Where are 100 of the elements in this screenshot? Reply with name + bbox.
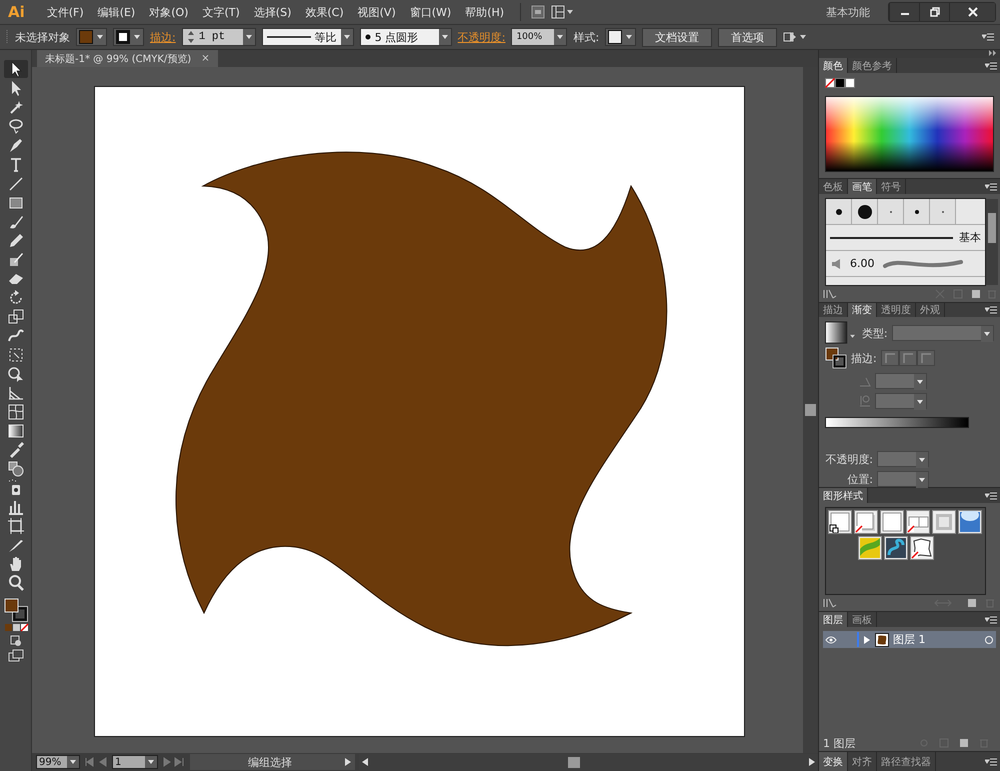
stroke-swatch[interactable] xyxy=(113,28,144,46)
layer-count: 1 图层 xyxy=(823,736,856,750)
style-swatch[interactable] xyxy=(880,510,904,534)
page-field[interactable]: 1 xyxy=(112,755,158,769)
opacity-field[interactable]: 100% xyxy=(511,28,568,46)
scroll-left-icon[interactable] xyxy=(362,758,368,766)
style-swatch[interactable] xyxy=(828,510,852,534)
panel-tab[interactable]: 变换 xyxy=(819,752,848,771)
dot-icon xyxy=(364,34,371,40)
toolbar-button[interactable]: 首选项 xyxy=(718,28,778,46)
panel-tab[interactable]: 对齐 xyxy=(848,752,877,771)
style-swatch[interactable] xyxy=(854,510,878,534)
document-tab[interactable]: 未标题-1* @ 99% (CMYK/预览) × xyxy=(37,50,218,67)
stroke-weight-field[interactable]: 1 pt xyxy=(182,28,256,46)
style-swatch[interactable] xyxy=(605,28,636,46)
fill-stroke-swatch[interactable] xyxy=(825,347,847,369)
scroll-right-icon[interactable] xyxy=(809,758,815,766)
play-icon[interactable] xyxy=(345,758,351,766)
library-icon[interactable] xyxy=(823,289,837,299)
expand-triangle-icon[interactable] xyxy=(863,636,871,644)
stroke-profile-dropdown[interactable]: 等比 xyxy=(262,28,354,46)
panel-menu-icon[interactable] xyxy=(985,306,997,314)
panel-menu-icon[interactable] xyxy=(985,62,997,70)
opacity-link[interactable]: 不透明度: xyxy=(458,30,506,44)
panel-tab[interactable]: 路径查找器 xyxy=(877,752,936,771)
menu-item[interactable]: 编辑(E) xyxy=(92,2,142,22)
caret-icon xyxy=(147,758,155,766)
brush-dropdown[interactable]: 5 点圆形 xyxy=(360,28,452,46)
caret-icon xyxy=(918,476,926,484)
brush-row[interactable]: 基本 xyxy=(826,225,985,251)
layer-row[interactable]: 图层 1 xyxy=(823,631,996,648)
workspace-switcher[interactable]: 基本功能 xyxy=(820,2,876,22)
panel-tab[interactable]: 外观 xyxy=(916,303,945,317)
scroll-thumb[interactable] xyxy=(805,404,816,416)
menu-item[interactable]: 选择(S) xyxy=(248,2,298,22)
menu-item[interactable]: 对象(O) xyxy=(143,2,194,22)
arrange-icon[interactable] xyxy=(783,30,808,44)
close-icon[interactable] xyxy=(968,7,978,17)
zoom-field[interactable]: 99% xyxy=(36,755,80,769)
menu-item[interactable]: 文件(F) xyxy=(40,2,90,22)
style-swatch[interactable] xyxy=(932,510,956,534)
menu-item[interactable]: 帮助(H) xyxy=(459,2,510,22)
toolbar-button[interactable]: 文档设置 xyxy=(642,28,712,46)
scroll-thumb[interactable] xyxy=(568,756,580,768)
panel-tab[interactable]: 符号 xyxy=(877,179,906,194)
restore-button[interactable] xyxy=(919,3,949,21)
stroke-link[interactable]: 描边: xyxy=(150,30,176,44)
panel-menu-icon[interactable] xyxy=(985,758,997,766)
style-swatch[interactable] xyxy=(910,536,934,560)
first-previous-icon[interactable] xyxy=(84,757,108,767)
panel-tab[interactable]: 画笔 xyxy=(848,179,877,194)
panel-menu-icon[interactable] xyxy=(985,616,997,624)
gradient-ramp[interactable] xyxy=(825,417,969,428)
panel-menu-icon[interactable] xyxy=(985,182,997,190)
menu-item[interactable]: 文字(T) xyxy=(196,2,246,22)
panel-menu-icon[interactable] xyxy=(982,33,994,41)
arrange-documents-icon[interactable] xyxy=(551,5,576,19)
caret-icon xyxy=(556,33,564,41)
panel-tab[interactable]: 渐变 xyxy=(848,303,877,317)
eye-icon[interactable] xyxy=(825,636,837,644)
caret-icon xyxy=(625,33,634,41)
close-tab-button[interactable]: × xyxy=(201,53,210,64)
menu-item[interactable]: 效果(C) xyxy=(299,2,350,22)
panel-tab[interactable]: 颜色参考 xyxy=(848,58,897,73)
library-icon[interactable] xyxy=(823,598,837,608)
style-swatch[interactable] xyxy=(958,510,982,534)
style-swatch[interactable] xyxy=(858,536,882,560)
opacity-label: 不透明度: xyxy=(825,452,873,466)
restore-icon[interactable] xyxy=(930,7,940,17)
style-swatch[interactable] xyxy=(906,510,930,534)
color-spectrum[interactable] xyxy=(825,96,994,172)
next-last-icon[interactable] xyxy=(162,757,186,767)
bridge-icon[interactable] xyxy=(531,5,546,19)
style-swatch[interactable] xyxy=(884,536,908,560)
brush-scrollbar[interactable] xyxy=(986,199,998,285)
color-mode-icon[interactable] xyxy=(2,623,28,633)
stepper-icon[interactable] xyxy=(186,30,195,44)
caret-icon xyxy=(918,456,926,464)
panel-tab[interactable]: 画板 xyxy=(848,612,877,627)
panel-tab[interactable]: 颜色 xyxy=(819,58,848,73)
draw-mode-icon[interactable] xyxy=(8,634,22,648)
fill-swatch[interactable] xyxy=(76,28,107,46)
fill-stroke-swatch[interactable] xyxy=(4,598,28,622)
target-icon[interactable] xyxy=(982,634,996,644)
menu-item[interactable]: 窗口(W) xyxy=(404,2,458,22)
caret-icon xyxy=(916,378,924,386)
panel-tab[interactable]: 图形样式 xyxy=(819,488,868,503)
menu-item[interactable]: 视图(V) xyxy=(352,2,402,22)
panel-menu-icon[interactable] xyxy=(985,492,997,500)
close-button[interactable] xyxy=(949,3,995,21)
brush-row[interactable]: 6.00 xyxy=(826,251,985,277)
panel-tab[interactable]: 透明度 xyxy=(877,303,916,317)
panel-tab[interactable]: 图层 xyxy=(819,612,848,627)
color-swatches[interactable] xyxy=(825,78,855,89)
screen-mode-icon[interactable] xyxy=(8,649,24,663)
caret-icon xyxy=(916,398,924,406)
stroke-gradient-buttons[interactable] xyxy=(880,350,935,366)
app-logo: Ai xyxy=(8,3,25,21)
caret-icon xyxy=(133,33,141,41)
minimize-button[interactable] xyxy=(889,3,919,21)
